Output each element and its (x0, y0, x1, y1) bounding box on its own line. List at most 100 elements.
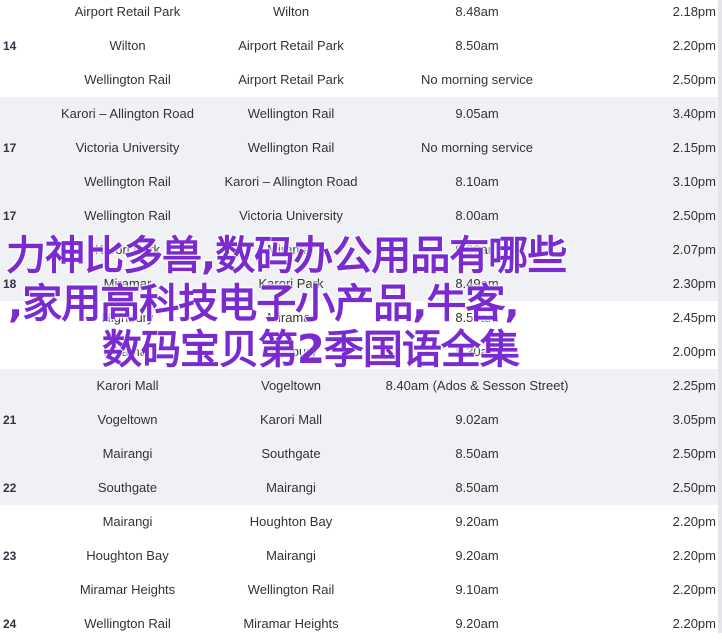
route-number (3, 335, 43, 369)
route-number (3, 97, 43, 131)
to-stop: Wellington Rail (247, 106, 335, 121)
departure-time: 8.48am (455, 4, 499, 19)
return-time: 2.50pm (672, 72, 716, 87)
from-stop: Wellington Rail (84, 174, 171, 189)
table-row: 14 Wilton Airport Retail Park 8.50am 2.20pm (0, 29, 722, 63)
departure-time: 8.49am (455, 276, 499, 291)
to-stop: Miramar Heights (243, 616, 339, 631)
return-time: 2.07pm (672, 242, 716, 257)
return-time: 2.25pm (672, 378, 716, 393)
departure-time: 8.10am (455, 174, 499, 189)
departure-time: 8.50am (455, 480, 499, 495)
departure-time: 9.02am (455, 412, 499, 427)
table-row: 17 Wellington Rail Victoria University 8.00… (0, 199, 722, 233)
return-time: 3.40pm (672, 106, 716, 121)
from-stop: Wellington Rail (84, 616, 171, 631)
table-row: Miramar Heights Wellington Rail 9.10am 2.20… (0, 573, 722, 607)
table-row: Wellington Rail Karori – Allington Road 8.… (0, 165, 722, 199)
route-number (3, 301, 43, 335)
from-stop: Mairangi (102, 514, 153, 529)
table-row: 18 Miramar Karori Park 8.49am 2.30pm (0, 267, 722, 301)
table-row: Airport Retail Park Wilton 8.48am 2.18pm (0, 0, 722, 29)
to-stop: Airport Retail Park (238, 72, 344, 87)
return-time: 2.45pm (672, 310, 716, 325)
return-time: 2.20pm (672, 514, 716, 529)
route-number (3, 233, 43, 267)
to-stop: Wellington Rail (247, 582, 335, 597)
return-time: 2.30pm (672, 276, 716, 291)
route-number: 22 (3, 481, 17, 495)
from-stop: Vogeltown (97, 412, 158, 427)
from-stop: Karori Park (94, 242, 161, 257)
from-stop: Karori Mall (96, 378, 159, 393)
return-time: 2.20pm (672, 38, 716, 53)
departure-time: 8.50am (455, 446, 499, 461)
departure-time: 8.50am (455, 38, 499, 53)
table-row: Karori – Allington Road Wellington Rail 9.… (0, 97, 722, 131)
table-row: Miramar Highbury 8.30am 2.00pm (0, 335, 722, 369)
table-row: 21 Vogeltown Karori Mall 9.02am 3.05pm (0, 403, 722, 437)
to-stop: Wilton (272, 4, 310, 19)
from-stop: Southgate (97, 480, 158, 495)
return-time: 2.20pm (672, 548, 716, 563)
scrollbar-edge[interactable] (718, 0, 722, 633)
return-time: 2.18pm (672, 4, 716, 19)
return-time: 3.10pm (672, 174, 716, 189)
from-stop: Miramar (103, 276, 152, 291)
bus-timetable: Airport Retail Park Wilton 8.48am 2.18pm 14 W… (0, 0, 722, 641)
to-stop: Karori – Allington Road (224, 174, 358, 189)
route-number: 21 (3, 413, 17, 427)
table-row: Mairangi Houghton Bay 9.20am 2.20pm (0, 505, 722, 539)
route-number: 17 (3, 209, 17, 223)
to-stop: Miramar (267, 310, 315, 325)
to-stop: Miramar (267, 242, 315, 257)
from-stop: Wellington Rail (84, 72, 171, 87)
to-stop: Vogeltown (261, 378, 321, 393)
departure-time: 8.00am (455, 208, 499, 223)
from-stop: Miramar Heights (79, 582, 176, 597)
to-stop: Karori Mall (259, 412, 323, 427)
table-row: Karori Mall Vogeltown 8.40am (Ados & Sesso… (0, 369, 722, 403)
to-stop: Wellington Rail (247, 140, 335, 155)
return-time: 2.50pm (672, 446, 716, 461)
from-stop: Houghton Bay (86, 548, 169, 563)
table-row: Wellington Rail Airport Retail Park No mor… (0, 63, 722, 97)
from-stop: Mairangi (102, 446, 153, 461)
return-time: 2.20pm (672, 582, 716, 597)
table-row: Mairangi Southgate 8.50am 2.50pm (0, 437, 722, 471)
return-time: 2.50pm (672, 480, 716, 495)
departure-time: 9.20am (455, 548, 499, 563)
to-stop: Mairangi (266, 480, 316, 495)
table-row: Karori Park Miramar 9.09am 2.07pm (0, 233, 722, 267)
table-row: 24 Wellington Rail Miramar Heights 9.20am 2.… (0, 607, 722, 641)
route-number (3, 573, 43, 607)
from-stop: Airport Retail Park (74, 4, 181, 19)
route-number (3, 0, 43, 29)
to-stop: Houghton Bay (249, 514, 333, 529)
from-stop: Karori – Allington Road (61, 106, 194, 121)
return-time: 2.15pm (672, 140, 716, 155)
table-row: 22 Southgate Mairangi 8.50am 2.50pm (0, 471, 722, 505)
route-number: 18 (3, 277, 17, 291)
route-number (3, 505, 43, 539)
departure-time: 8.40am (Ados & Sesson Street) (385, 378, 569, 393)
table-row: 23 Houghton Bay Mairangi 9.20am 2.20pm (0, 539, 722, 573)
departure-time: 9.05am (455, 106, 499, 121)
from-stop: Wellington Rail (84, 208, 171, 223)
to-stop: Airport Retail Park (238, 38, 344, 53)
route-number: 23 (3, 549, 17, 563)
to-stop: Highbury (264, 344, 318, 359)
departure-time: 9.20am (455, 616, 499, 631)
departure-time: 9.20am (455, 514, 499, 529)
departure-time: 8.30am (455, 344, 499, 359)
route-number (3, 437, 43, 471)
to-stop: Southgate (261, 446, 321, 461)
table-row: Highbury Miramar 8.50am 2.45pm (0, 301, 722, 335)
return-time: 3.05pm (672, 412, 716, 427)
from-stop: Miramar (103, 344, 152, 359)
route-number (3, 63, 43, 97)
departure-time: 9.09am (455, 242, 499, 257)
from-stop: Wilton (109, 38, 146, 53)
return-time: 2.50pm (672, 208, 716, 223)
to-stop: Karori Park (258, 276, 324, 291)
